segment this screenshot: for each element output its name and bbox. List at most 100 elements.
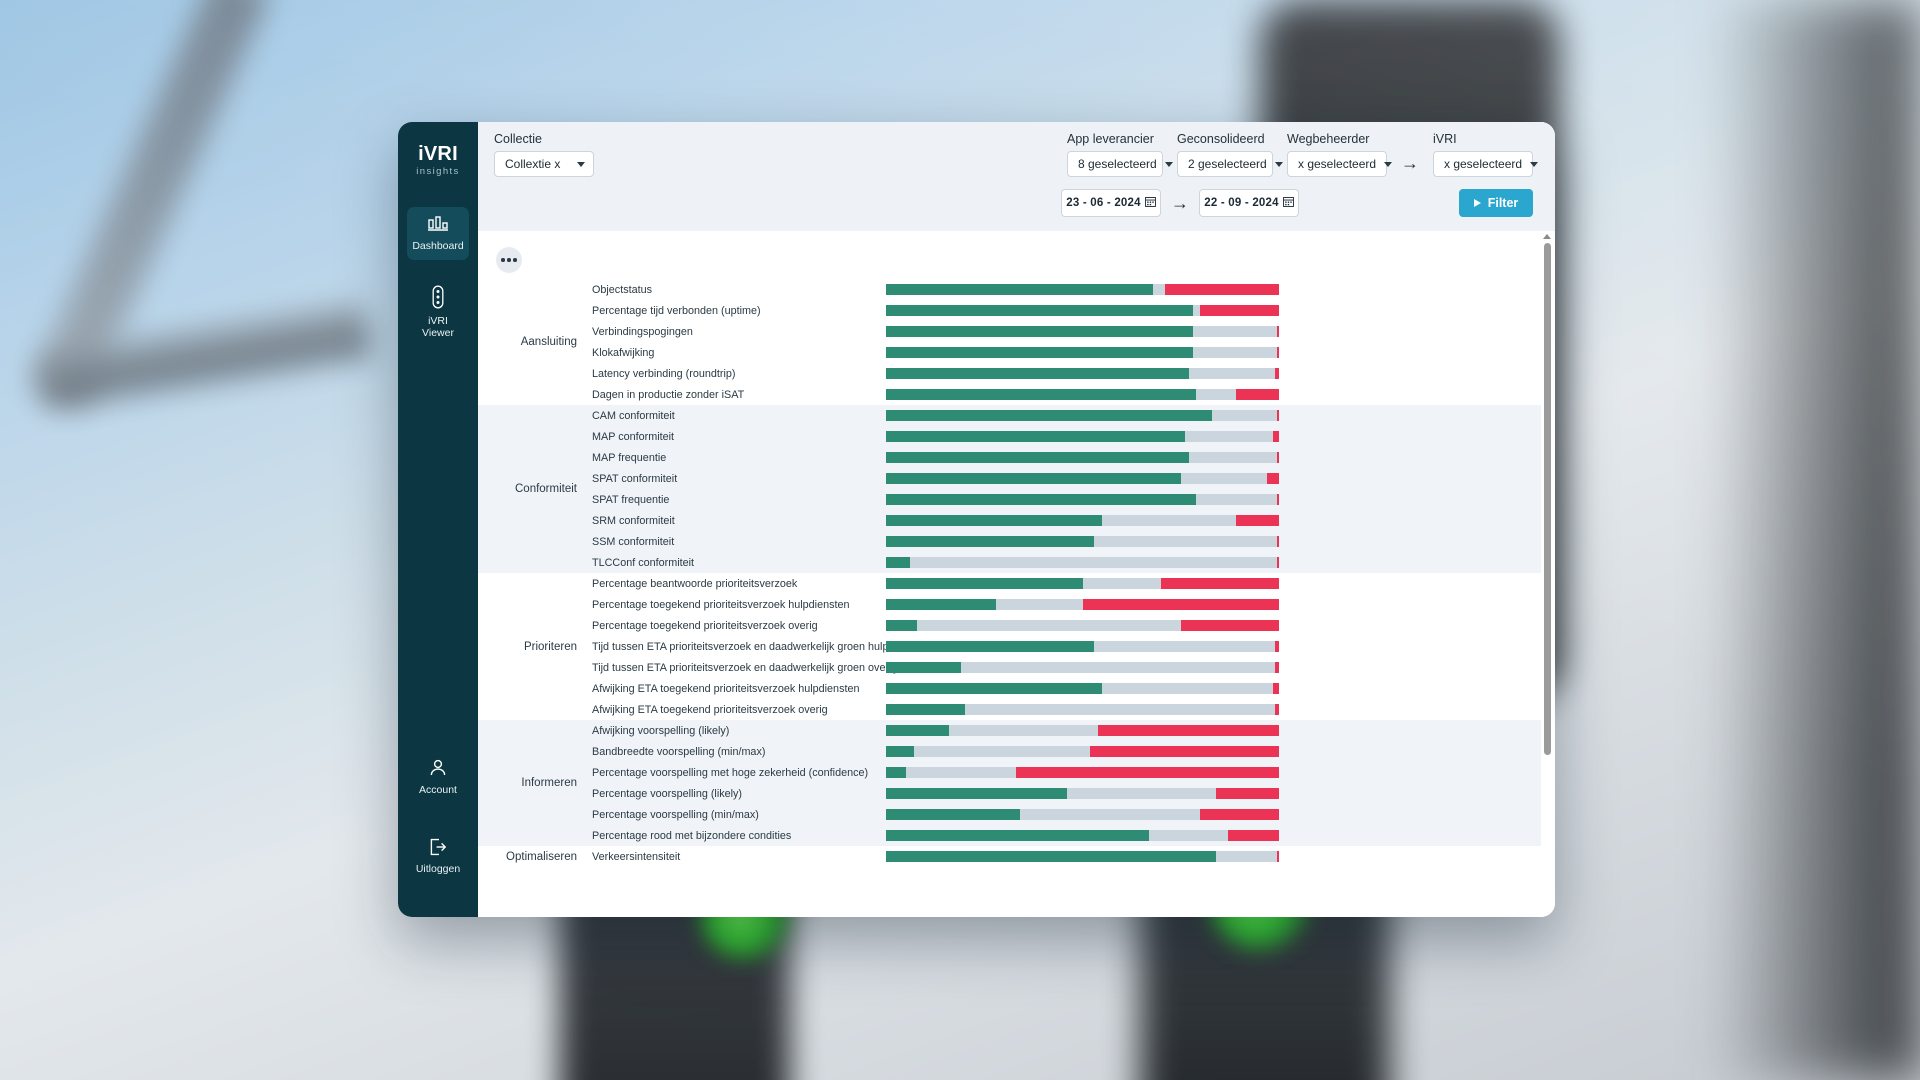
chart-bar-segment-bad — [1275, 662, 1279, 673]
chart-bar-track — [886, 473, 1279, 484]
wegbeheerder-select[interactable]: x geselecteerd — [1287, 151, 1393, 177]
chart-bar-segment-bad — [1267, 473, 1279, 484]
chart-row[interactable]: Tijd tussen ETA prioriteitsverzoek en da… — [585, 657, 1541, 678]
chart-bar-segment-good — [886, 788, 1067, 799]
chart-row[interactable]: Afwijking ETA toegekend prioriteitsverzo… — [585, 699, 1541, 720]
chart-bar-segment-good — [886, 830, 1150, 841]
chart-row[interactable]: Bandbreedte voorspelling (min/max) — [585, 741, 1541, 762]
wegbeheerder-filter: Wegbeheerder x geselecteerd — [1287, 132, 1393, 177]
wegbeheerder-value: x geselecteerd — [1298, 157, 1377, 171]
date-to-value: 22 - 09 - 2024 — [1204, 197, 1279, 209]
chart-bar-segment-bad — [1165, 284, 1279, 295]
chart-row[interactable]: Percentage beantwoorde prioriteitsverzoe… — [585, 573, 1541, 594]
chart-row-label: Percentage voorspelling (likely) — [592, 787, 743, 800]
chevron-down-icon — [1530, 161, 1539, 167]
sidebar-item-logout[interactable]: Uitloggen — [407, 828, 469, 883]
date-from-input[interactable]: 23 - 06 - 2024 — [1061, 189, 1161, 217]
sidebar-item-account[interactable]: Account — [407, 749, 469, 804]
chart-bar-segment-good — [886, 767, 906, 778]
chart-row-label: MAP conformiteit — [592, 430, 675, 443]
chart-bar-segment-bad — [1082, 599, 1279, 610]
sidebar-item-account-label: Account — [419, 783, 457, 796]
overflow-menu-button[interactable] — [496, 247, 522, 273]
chart-row[interactable]: Percentage tijd verbonden (uptime) — [585, 300, 1541, 321]
chart-row[interactable]: Percentage voorspelling (min/max) — [585, 804, 1541, 825]
sidebar-item-ivri-viewer[interactable]: iVRI Viewer — [407, 276, 469, 347]
chart-bar-segment-good — [886, 662, 961, 673]
chart-bar-segment-bad — [1277, 347, 1279, 358]
chart-row-label: Tijd tussen ETA prioriteitsverzoek en da… — [592, 661, 898, 674]
content-scrollbar[interactable] — [1541, 233, 1553, 915]
filter-row-selects: Collectie Collextie x App leverancier 8 … — [494, 132, 1539, 177]
chart-row-label: Bandbreedte voorspelling (min/max) — [592, 745, 766, 758]
app-leverancier-filter: App leverancier 8 geselecteerd — [1067, 132, 1173, 177]
filter-button[interactable]: Filter — [1459, 189, 1533, 217]
chart-bar-track — [886, 536, 1279, 547]
chart-row[interactable]: Percentage voorspelling met hoge zekerhe… — [585, 762, 1541, 783]
chart-row[interactable]: SPAT frequentie — [585, 489, 1541, 510]
chart-row[interactable]: Klokafwijking — [585, 342, 1541, 363]
chart-bar-track — [886, 284, 1279, 295]
chart-row[interactable]: TLCConf conformiteit — [585, 552, 1541, 573]
chart-bar-segment-bad — [1015, 767, 1279, 778]
chart-bar-segment-good — [886, 410, 1213, 421]
chart-row[interactable]: Latency verbinding (roundtrip) — [585, 363, 1541, 384]
ivri-label: iVRI — [1433, 132, 1457, 146]
kpi-stacked-bar-chart: Aansluiting Objectstatus Percentage tijd v… — [478, 279, 1541, 917]
chart-row[interactable]: MAP frequentie — [585, 447, 1541, 468]
chart-row[interactable]: CAM conformiteit — [585, 405, 1541, 426]
chart-bar-track — [886, 641, 1279, 652]
chart-row-label: Afwijking voorspelling (likely) — [592, 724, 730, 737]
chart-row[interactable]: Verkeersintensiteit — [585, 846, 1541, 867]
chart-bar-segment-bad — [1098, 725, 1279, 736]
chart-bar-track — [886, 494, 1279, 505]
chart-row-label: Percentage rood met bijzondere condities — [592, 829, 792, 842]
chart-bar-track — [886, 347, 1279, 358]
chart-row[interactable]: Percentage voorspelling (likely) — [585, 783, 1541, 804]
chart-row[interactable]: Dagen in productie zonder iSAT — [585, 384, 1541, 405]
chart-row-label: Klokafwijking — [592, 346, 655, 359]
chart-bar-segment-good — [886, 809, 1020, 820]
app-leverancier-select[interactable]: 8 geselecteerd — [1067, 151, 1173, 177]
chart-row[interactable]: Percentage rood met bijzondere condities — [585, 825, 1541, 846]
ivri-select[interactable]: x geselecteerd — [1433, 151, 1539, 177]
chart-bar-segment-bad — [1273, 431, 1279, 442]
chart-row[interactable]: SSM conformiteit — [585, 531, 1541, 552]
wegbeheerder-label: Wegbeheerder — [1287, 132, 1370, 146]
sidebar-nav-top: Dashboard iVRI Viewer — [398, 207, 478, 347]
chart-row[interactable]: Verbindingspogingen — [585, 321, 1541, 342]
dot-icon — [507, 258, 511, 262]
geconsolideerd-label: Geconsolideerd — [1177, 132, 1265, 146]
chart-bar-segment-good — [886, 452, 1189, 463]
chart-bar-track — [886, 578, 1279, 589]
chart-row[interactable]: SRM conformiteit — [585, 510, 1541, 531]
chart-row-label: Percentage voorspelling met hoge zekerhe… — [592, 766, 869, 779]
chart-bar-track — [886, 599, 1279, 610]
chart-row[interactable]: SPAT conformiteit — [585, 468, 1541, 489]
chart-bar-segment-good — [886, 431, 1185, 442]
sidebar-item-dashboard[interactable]: Dashboard — [407, 207, 469, 261]
chart-bar-segment-bad — [1277, 494, 1279, 505]
chart-row-label: Dagen in productie zonder iSAT — [592, 388, 745, 401]
chart-row[interactable]: Percentage toegekend prioriteitsverzoek … — [585, 615, 1541, 636]
chart-group-rows: Afwijking voorspelling (likely) Bandbreed… — [585, 720, 1541, 846]
chart-bar-segment-good — [886, 683, 1103, 694]
collectie-select[interactable]: Collextie x — [494, 151, 594, 177]
chart-row[interactable]: MAP conformiteit — [585, 426, 1541, 447]
scroll-up-arrow-icon[interactable] — [1543, 234, 1551, 239]
brand-subtitle: insights — [416, 166, 460, 177]
geconsolideerd-select[interactable]: 2 geselecteerd — [1177, 151, 1283, 177]
chart-row[interactable]: Afwijking voorspelling (likely) — [585, 720, 1541, 741]
date-to-input[interactable]: 22 - 09 - 2024 — [1199, 189, 1299, 217]
filter-bar: Collectie Collextie x App leverancier 8 … — [478, 122, 1555, 231]
user-icon — [428, 758, 448, 778]
scrollbar-thumb[interactable] — [1543, 243, 1551, 755]
chart-bar-segment-good — [886, 746, 914, 757]
chart-row[interactable]: Objectstatus — [585, 279, 1541, 300]
chart-row[interactable]: Afwijking ETA toegekend prioriteitsverzo… — [585, 678, 1541, 699]
chart-bar-segment-bad — [1090, 746, 1279, 757]
chart-bar-segment-good — [886, 368, 1189, 379]
chart-row[interactable]: Tijd tussen ETA prioriteitsverzoek en da… — [585, 636, 1541, 657]
chart-bar-segment-bad — [1161, 578, 1279, 589]
chart-row[interactable]: Percentage toegekend prioriteitsverzoek … — [585, 594, 1541, 615]
